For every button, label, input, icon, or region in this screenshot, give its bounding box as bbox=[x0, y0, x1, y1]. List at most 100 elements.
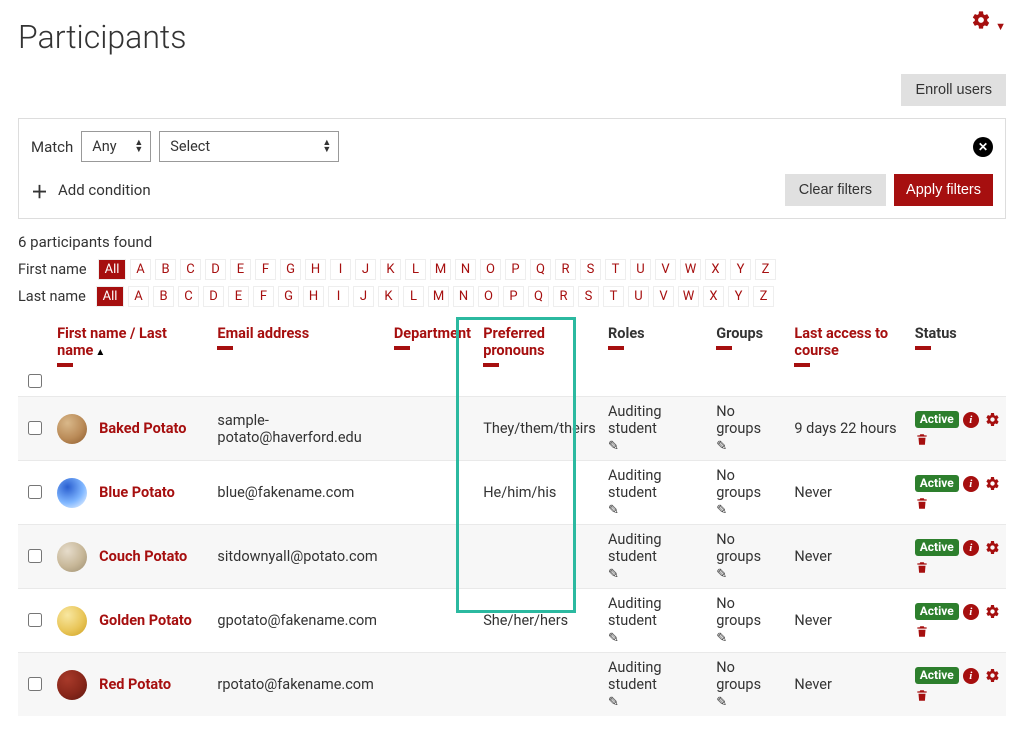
unenroll-button[interactable] bbox=[915, 688, 1000, 703]
select-all-checkbox[interactable] bbox=[28, 374, 42, 388]
firstname-letter[interactable]: E bbox=[230, 259, 251, 280]
participant-name-link[interactable]: Red Potato bbox=[99, 676, 171, 693]
lastname-letter[interactable]: R bbox=[553, 286, 574, 307]
lastname-letter[interactable]: W bbox=[678, 286, 699, 307]
row-settings-button[interactable] bbox=[979, 602, 1000, 619]
match-select[interactable]: Any bbox=[81, 131, 151, 162]
edit-roles-button[interactable]: ✎ bbox=[608, 439, 704, 454]
lastname-letter[interactable]: P bbox=[503, 286, 524, 307]
firstname-letter[interactable]: A bbox=[130, 259, 151, 280]
apply-filters-button[interactable]: Apply filters bbox=[894, 174, 993, 206]
firstname-letter[interactable]: Y bbox=[730, 259, 751, 280]
lastname-letter[interactable]: L bbox=[403, 286, 424, 307]
lastname-letter[interactable]: O bbox=[478, 286, 499, 307]
lastname-letter[interactable]: Q bbox=[528, 286, 549, 307]
row-select-checkbox[interactable] bbox=[28, 485, 42, 499]
row-select-checkbox[interactable] bbox=[28, 677, 42, 691]
firstname-letter[interactable]: I bbox=[330, 259, 351, 280]
lastname-letter[interactable]: S bbox=[578, 286, 599, 307]
firstname-letter[interactable]: O bbox=[480, 259, 501, 280]
hide-column-button[interactable] bbox=[394, 346, 410, 350]
col-header-department[interactable]: Department bbox=[388, 317, 477, 371]
lastname-letter[interactable]: D bbox=[203, 286, 224, 307]
firstname-letter[interactable]: D bbox=[205, 259, 226, 280]
firstname-letter[interactable]: M bbox=[430, 259, 451, 280]
unenroll-button[interactable] bbox=[915, 624, 1000, 639]
status-info-button[interactable]: i bbox=[963, 540, 979, 556]
firstname-letter[interactable]: B bbox=[155, 259, 176, 280]
col-header-roles[interactable]: Roles bbox=[602, 317, 710, 371]
row-select-checkbox[interactable] bbox=[28, 421, 42, 435]
firstname-letter[interactable]: V bbox=[655, 259, 676, 280]
lastname-letter[interactable]: H bbox=[303, 286, 324, 307]
col-header-last-access[interactable]: Last access to course bbox=[788, 317, 908, 371]
firstname-letter[interactable]: L bbox=[405, 259, 426, 280]
hide-column-button[interactable] bbox=[57, 363, 73, 367]
firstname-letter[interactable]: S bbox=[580, 259, 601, 280]
enroll-users-button[interactable]: Enroll users bbox=[901, 74, 1006, 106]
col-header-groups[interactable]: Groups bbox=[710, 317, 788, 371]
unenroll-button[interactable] bbox=[915, 496, 1000, 511]
lastname-letter[interactable]: C bbox=[178, 286, 199, 307]
lastname-all[interactable]: All bbox=[96, 286, 124, 307]
hide-column-button[interactable] bbox=[915, 346, 931, 350]
lastname-letter[interactable]: G bbox=[278, 286, 299, 307]
firstname-all[interactable]: All bbox=[98, 259, 126, 280]
firstname-letter[interactable]: Q bbox=[530, 259, 551, 280]
edit-groups-button[interactable]: ✎ bbox=[716, 439, 782, 454]
edit-roles-button[interactable]: ✎ bbox=[608, 631, 704, 646]
row-select-checkbox[interactable] bbox=[28, 549, 42, 563]
add-condition-button[interactable]: ＋ Add condition bbox=[31, 178, 151, 203]
firstname-letter[interactable]: T bbox=[605, 259, 626, 280]
edit-roles-button[interactable]: ✎ bbox=[608, 567, 704, 582]
lastname-letter[interactable]: V bbox=[653, 286, 674, 307]
edit-groups-button[interactable]: ✎ bbox=[716, 503, 782, 518]
participant-name-link[interactable]: Blue Potato bbox=[99, 484, 175, 501]
hide-column-button[interactable] bbox=[483, 363, 499, 367]
row-settings-button[interactable] bbox=[979, 410, 1000, 427]
firstname-letter[interactable]: H bbox=[305, 259, 326, 280]
firstname-letter[interactable]: R bbox=[555, 259, 576, 280]
edit-groups-button[interactable]: ✎ bbox=[716, 695, 782, 710]
lastname-letter[interactable]: M bbox=[428, 286, 449, 307]
lastname-letter[interactable]: Z bbox=[753, 286, 774, 307]
edit-groups-button[interactable]: ✎ bbox=[716, 631, 782, 646]
edit-roles-button[interactable]: ✎ bbox=[608, 695, 704, 710]
participant-name-link[interactable]: Couch Potato bbox=[99, 548, 187, 565]
hide-column-button[interactable] bbox=[716, 346, 732, 350]
edit-roles-button[interactable]: ✎ bbox=[608, 503, 704, 518]
remove-condition-button[interactable]: ✕ bbox=[973, 137, 993, 157]
lastname-letter[interactable]: F bbox=[253, 286, 274, 307]
col-header-status[interactable]: Status bbox=[909, 317, 1006, 371]
firstname-letter[interactable]: K bbox=[380, 259, 401, 280]
firstname-letter[interactable]: X bbox=[705, 259, 726, 280]
row-select-checkbox[interactable] bbox=[28, 613, 42, 627]
clear-filters-button[interactable]: Clear filters bbox=[785, 174, 886, 206]
lastname-letter[interactable]: T bbox=[603, 286, 624, 307]
firstname-letter[interactable]: N bbox=[455, 259, 476, 280]
row-settings-button[interactable] bbox=[979, 538, 1000, 555]
participant-name-link[interactable]: Golden Potato bbox=[99, 612, 192, 629]
firstname-letter[interactable]: W bbox=[680, 259, 701, 280]
col-header-pronouns[interactable]: Preferred pronouns bbox=[477, 317, 602, 371]
lastname-letter[interactable]: E bbox=[228, 286, 249, 307]
lastname-letter[interactable]: B bbox=[153, 286, 174, 307]
lastname-letter[interactable]: A bbox=[128, 286, 149, 307]
page-settings-button[interactable]: ▼ bbox=[971, 10, 1006, 34]
row-settings-button[interactable] bbox=[979, 666, 1000, 683]
filter-type-select[interactable]: Select bbox=[159, 131, 339, 162]
col-header-name[interactable]: First name / Last name▲ bbox=[51, 317, 211, 371]
lastname-letter[interactable]: Y bbox=[728, 286, 749, 307]
lastname-letter[interactable]: K bbox=[378, 286, 399, 307]
firstname-letter[interactable]: Z bbox=[755, 259, 776, 280]
status-info-button[interactable]: i bbox=[963, 668, 979, 684]
firstname-letter[interactable]: J bbox=[355, 259, 376, 280]
row-settings-button[interactable] bbox=[979, 474, 1000, 491]
lastname-letter[interactable]: J bbox=[353, 286, 374, 307]
lastname-letter[interactable]: N bbox=[453, 286, 474, 307]
lastname-letter[interactable]: X bbox=[703, 286, 724, 307]
firstname-letter[interactable]: G bbox=[280, 259, 301, 280]
firstname-letter[interactable]: U bbox=[630, 259, 651, 280]
status-info-button[interactable]: i bbox=[963, 476, 979, 492]
hide-column-button[interactable] bbox=[608, 346, 624, 350]
